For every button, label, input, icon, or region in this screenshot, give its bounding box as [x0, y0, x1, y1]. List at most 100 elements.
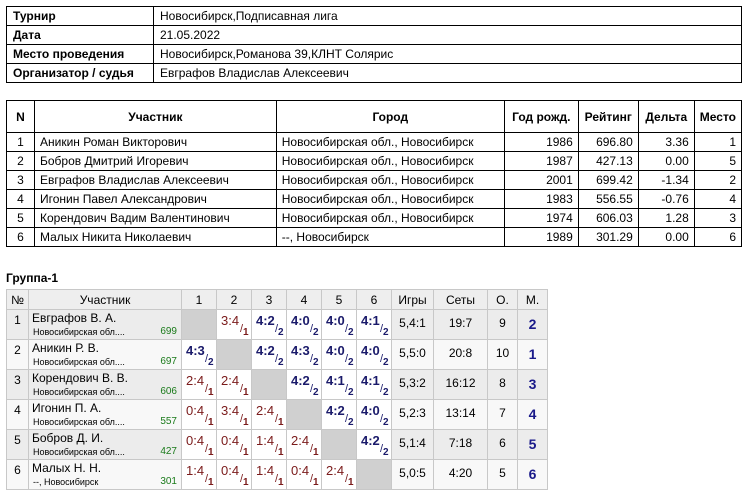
group-header: 5 [321, 289, 357, 310]
participant-cell: 1986 [503, 132, 579, 152]
match-points: 2 [348, 417, 354, 428]
participants-table: N Участник Город Год рожд. Рейтинг Дельта Мест… [6, 100, 743, 247]
participant-cell: 1974 [503, 208, 579, 228]
participant-cell: 1.28 [637, 208, 695, 228]
group-row: 2 Аникин Р. В. Новосибирская обл.... 697 4:3… [6, 339, 548, 370]
match-points: 1 [278, 447, 284, 458]
player-city: Новосибирская обл.... [33, 357, 125, 367]
participant-cell: Аникин Роман Викторович [34, 132, 277, 152]
match-score: 4:0 [361, 343, 380, 358]
group-header: № [6, 289, 29, 310]
games-cell: 5,4:1 [391, 309, 434, 340]
participant-row: 2 Бобров Дмитрий Игоревич Новосибирская об… [6, 151, 743, 171]
match-score: 2:4 [291, 433, 310, 448]
match-cell: 4:0/2 [356, 399, 392, 430]
match-points: 1 [313, 477, 319, 488]
match-points: 2 [313, 357, 319, 368]
match-cell: 2:4/1 [321, 459, 357, 490]
match-score: 1:4 [256, 433, 275, 448]
self-match-cell [251, 369, 287, 400]
match-score: 2:4 [221, 373, 240, 388]
match-cell: 2:4/1 [216, 369, 252, 400]
participant-cell: Малых Никита Николаевич [34, 227, 277, 247]
participant-cell: -1.34 [637, 170, 695, 190]
participant-cell: 6 [693, 227, 743, 247]
participant-cell: -0.76 [637, 189, 695, 209]
participant-cell: 1 [6, 132, 35, 152]
match-points: 1 [243, 477, 249, 488]
match-cell: 0:4/1 [181, 399, 217, 430]
participant-cell: 2 [6, 151, 35, 171]
self-match-cell [286, 399, 322, 430]
participant-cell: 0.00 [637, 151, 695, 171]
match-score: 4:0 [326, 343, 345, 358]
match-cell: 4:2/2 [251, 309, 287, 340]
match-points: 1 [208, 387, 214, 398]
match-score: 4:0 [291, 313, 310, 328]
match-cell: 4:0/2 [356, 339, 392, 370]
player-name: Бобров Д. И. [32, 431, 104, 445]
player-city: --, Новосибирск [33, 477, 99, 487]
match-cell: 0:4/1 [181, 429, 217, 460]
match-points: 2 [278, 357, 284, 368]
participant-cell: Новосибирская обл., Новосибирск [275, 189, 505, 209]
player-name: Аникин Р. В. [32, 341, 99, 355]
match-score: 0:4 [221, 433, 240, 448]
group-player: Корендович В. В. Новосибирская обл.... 606 [28, 369, 182, 400]
match-points: 2 [348, 387, 354, 398]
player-name: Корендович В. В. [32, 371, 128, 385]
sets-cell: 20:8 [433, 339, 488, 370]
match-cell: 4:1/2 [356, 309, 392, 340]
participant-cell: 556.55 [577, 189, 639, 209]
match-points: 2 [208, 357, 214, 368]
participant-cell: Новосибирская обл., Новосибирск [275, 170, 505, 190]
player-rating: 606 [160, 386, 177, 397]
match-cell: 1:4/1 [251, 429, 287, 460]
match-cell: 4:1/2 [321, 369, 357, 400]
participant-cell: 301.29 [577, 227, 639, 247]
participant-cell: Новосибирская обл., Новосибирск [275, 151, 505, 171]
place-cell: 6 [517, 459, 548, 490]
match-cell: 2:4/1 [251, 399, 287, 430]
group-header: 6 [356, 289, 392, 310]
match-score: 1:4 [256, 463, 275, 478]
place-cell: 5 [517, 429, 548, 460]
match-score: 4:3 [291, 343, 310, 358]
match-score: 4:0 [361, 403, 380, 418]
match-score: 4:1 [361, 373, 380, 388]
player-rating: 301 [160, 476, 177, 487]
match-score: 4:2 [256, 313, 275, 328]
group-row: 6 Малых Н. Н. --, Новосибирск 301 1:4/1 0:4/1… [6, 459, 548, 490]
group-header: 1 [181, 289, 217, 310]
participant-cell: 1 [693, 132, 743, 152]
match-score: 4:2 [361, 433, 380, 448]
participant-row: 3 Евграфов Владислав Алексеевич Новосибирс… [6, 170, 743, 190]
group-title: Группа-1 [6, 271, 59, 285]
tournament-info-table: Турнир Новосибирск,Подписавная лига Дата 21… [6, 6, 742, 83]
participant-cell: 606.03 [577, 208, 639, 228]
self-match-cell [321, 429, 357, 460]
match-cell: 4:1/2 [356, 369, 392, 400]
match-points: 1 [278, 417, 284, 428]
match-score: 1:4 [186, 463, 205, 478]
row-number: 4 [6, 399, 29, 430]
participant-cell: 5 [6, 208, 35, 228]
place-cell: 2 [517, 309, 548, 340]
player-rating: 697 [160, 356, 177, 367]
match-score: 3:4 [221, 403, 240, 418]
match-cell: 1:4/1 [251, 459, 287, 490]
participant-cell: 2 [693, 170, 743, 190]
self-match-cell [181, 309, 217, 340]
participant-cell: 6 [6, 227, 35, 247]
row-number: 6 [6, 459, 29, 490]
match-score: 4:2 [291, 373, 310, 388]
participant-cell: Новосибирская обл., Новосибирск [275, 208, 505, 228]
participant-cell: 1989 [503, 227, 579, 247]
place-cell: 4 [517, 399, 548, 430]
info-key: Организатор / судья [6, 63, 154, 83]
participant-cell: 696.80 [577, 132, 639, 152]
match-score: 0:4 [291, 463, 310, 478]
match-cell: 4:3/2 [286, 339, 322, 370]
player-city: Новосибирская обл.... [33, 327, 125, 337]
match-points: 2 [278, 327, 284, 338]
